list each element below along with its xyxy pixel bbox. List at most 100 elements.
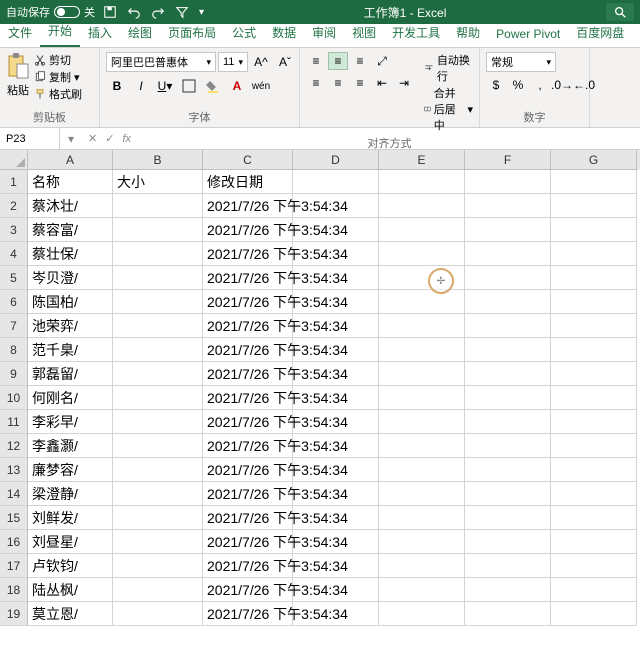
cell-B18[interactable] [113,578,203,602]
merge-button[interactable]: 合并后居中 ▾ [424,85,473,133]
row-header[interactable]: 16 [0,530,28,554]
search-button[interactable] [606,3,634,21]
cell-E2[interactable] [379,194,465,218]
cell-E6[interactable] [379,290,465,314]
row-header[interactable]: 13 [0,458,28,482]
cell-B4[interactable] [113,242,203,266]
row-header[interactable]: 1 [0,170,28,194]
col-header-C[interactable]: C [203,150,293,170]
cell-F14[interactable] [465,482,551,506]
tab-文件[interactable]: 文件 [0,20,40,47]
tab-百度网盘[interactable]: 百度网盘 [568,20,632,47]
cell-F1[interactable] [465,170,551,194]
cell-C7[interactable]: 2021/7/26 下午3:54:34 [203,314,293,338]
cell-B3[interactable] [113,218,203,242]
align-left-icon[interactable]: ≡ [306,74,326,92]
cell-A9[interactable]: 郭磊留/ [28,362,113,386]
cut-button[interactable]: 剪切 [34,52,82,68]
tab-绘图[interactable]: 绘图 [120,20,160,47]
cell-F3[interactable] [465,218,551,242]
cell-A10[interactable]: 何刚名/ [28,386,113,410]
cell-E16[interactable] [379,530,465,554]
row-header[interactable]: 18 [0,578,28,602]
decrease-decimal-icon[interactable]: ←.0 [574,76,594,94]
row-header[interactable]: 10 [0,386,28,410]
row-header[interactable]: 14 [0,482,28,506]
italic-button[interactable]: I [130,76,152,96]
col-header-B[interactable]: B [113,150,203,170]
cell-F12[interactable] [465,434,551,458]
border-button[interactable] [178,76,200,96]
cell-F11[interactable] [465,410,551,434]
cell-F18[interactable] [465,578,551,602]
cell-C17[interactable]: 2021/7/26 下午3:54:34 [203,554,293,578]
fx-icon[interactable]: fx [122,133,131,145]
col-header-E[interactable]: E [379,150,465,170]
cell-A5[interactable]: 岑贝澄/ [28,266,113,290]
cell-G10[interactable] [551,386,637,410]
cell-B12[interactable] [113,434,203,458]
cell-E15[interactable] [379,506,465,530]
cell-C18[interactable]: 2021/7/26 下午3:54:34 [203,578,293,602]
cell-B5[interactable] [113,266,203,290]
font-size-select[interactable]: 11▾ [218,52,248,72]
cell-G17[interactable] [551,554,637,578]
cell-F19[interactable] [465,602,551,626]
cell-F10[interactable] [465,386,551,410]
fill-color-button[interactable] [202,76,224,96]
row-header[interactable]: 19 [0,602,28,626]
cell-B2[interactable] [113,194,203,218]
cell-G1[interactable] [551,170,637,194]
tab-开始[interactable]: 开始 [40,18,80,47]
cell-F7[interactable] [465,314,551,338]
col-header-D[interactable]: D [293,150,379,170]
decrease-font-icon[interactable]: Aˇ [274,52,296,72]
cell-F8[interactable] [465,338,551,362]
row-header[interactable]: 5 [0,266,28,290]
row-header[interactable]: 4 [0,242,28,266]
cell-E1[interactable] [379,170,465,194]
cell-G3[interactable] [551,218,637,242]
row-header[interactable]: 3 [0,218,28,242]
tab-数据[interactable]: 数据 [264,20,304,47]
name-box-dropdown-icon[interactable]: ▾ [60,132,82,146]
align-bottom-icon[interactable]: ≡ [350,52,370,70]
cell-B7[interactable] [113,314,203,338]
comma-icon[interactable]: , [530,76,550,94]
enter-icon[interactable]: ✓ [105,132,114,145]
currency-icon[interactable]: $ [486,76,506,94]
select-all-corner[interactable] [0,150,28,170]
cell-B8[interactable] [113,338,203,362]
cell-F16[interactable] [465,530,551,554]
increase-font-icon[interactable]: A^ [250,52,272,72]
row-header[interactable]: 8 [0,338,28,362]
cell-A6[interactable]: 陈国柏/ [28,290,113,314]
cell-B6[interactable] [113,290,203,314]
cell-D1[interactable] [293,170,379,194]
cell-A15[interactable]: 刘鲜发/ [28,506,113,530]
cell-A2[interactable]: 蔡沐壮/ [28,194,113,218]
cell-B10[interactable] [113,386,203,410]
cell-G7[interactable] [551,314,637,338]
cell-A13[interactable]: 廉梦容/ [28,458,113,482]
cell-C15[interactable]: 2021/7/26 下午3:54:34 [203,506,293,530]
cell-F13[interactable] [465,458,551,482]
cell-G13[interactable] [551,458,637,482]
cell-C19[interactable]: 2021/7/26 下午3:54:34 [203,602,293,626]
cell-E12[interactable] [379,434,465,458]
row-header[interactable]: 7 [0,314,28,338]
cell-F17[interactable] [465,554,551,578]
tab-帮助[interactable]: 帮助 [448,20,488,47]
cell-C14[interactable]: 2021/7/26 下午3:54:34 [203,482,293,506]
cell-B19[interactable] [113,602,203,626]
cell-A16[interactable]: 刘昼星/ [28,530,113,554]
cell-B13[interactable] [113,458,203,482]
cell-A1[interactable]: 名称 [28,170,113,194]
cell-A7[interactable]: 池荣弈/ [28,314,113,338]
cell-A18[interactable]: 陆丛枫/ [28,578,113,602]
row-header[interactable]: 2 [0,194,28,218]
cell-C9[interactable]: 2021/7/26 下午3:54:34 [203,362,293,386]
cell-E19[interactable] [379,602,465,626]
row-header[interactable]: 17 [0,554,28,578]
increase-decimal-icon[interactable]: .0→ [552,76,572,94]
